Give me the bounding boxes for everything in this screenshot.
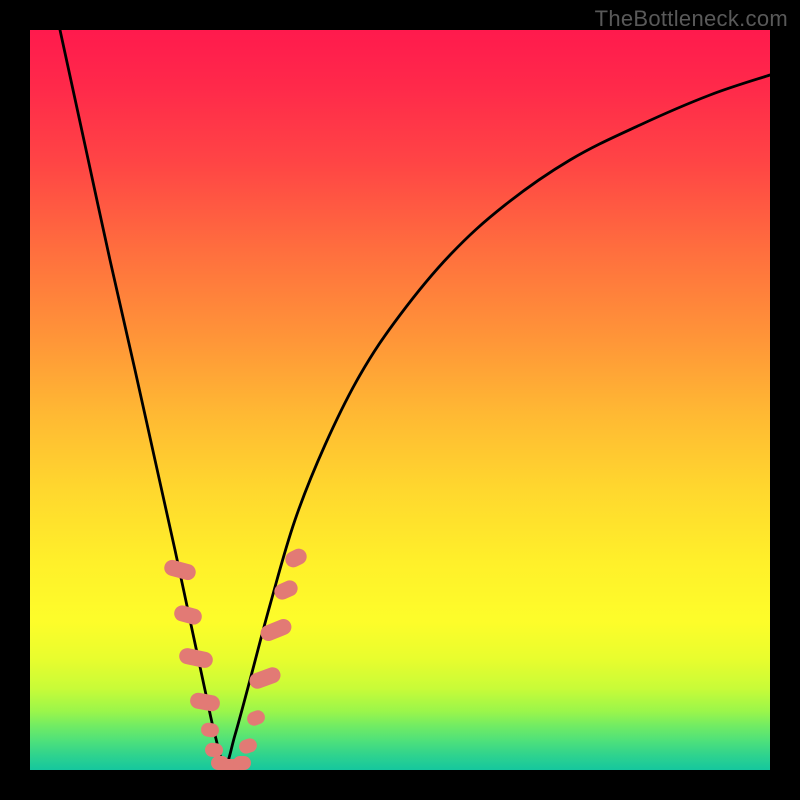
plot-area bbox=[30, 30, 770, 770]
marker bbox=[178, 647, 215, 670]
marker bbox=[237, 737, 258, 756]
chart-svg bbox=[30, 30, 770, 770]
marker bbox=[189, 692, 221, 713]
marker bbox=[172, 604, 203, 627]
marker bbox=[200, 722, 220, 738]
main-curve bbox=[60, 30, 770, 765]
watermark-text: TheBottleneck.com bbox=[595, 6, 788, 32]
marker bbox=[258, 617, 294, 644]
marker bbox=[233, 756, 251, 770]
marker bbox=[245, 708, 267, 727]
